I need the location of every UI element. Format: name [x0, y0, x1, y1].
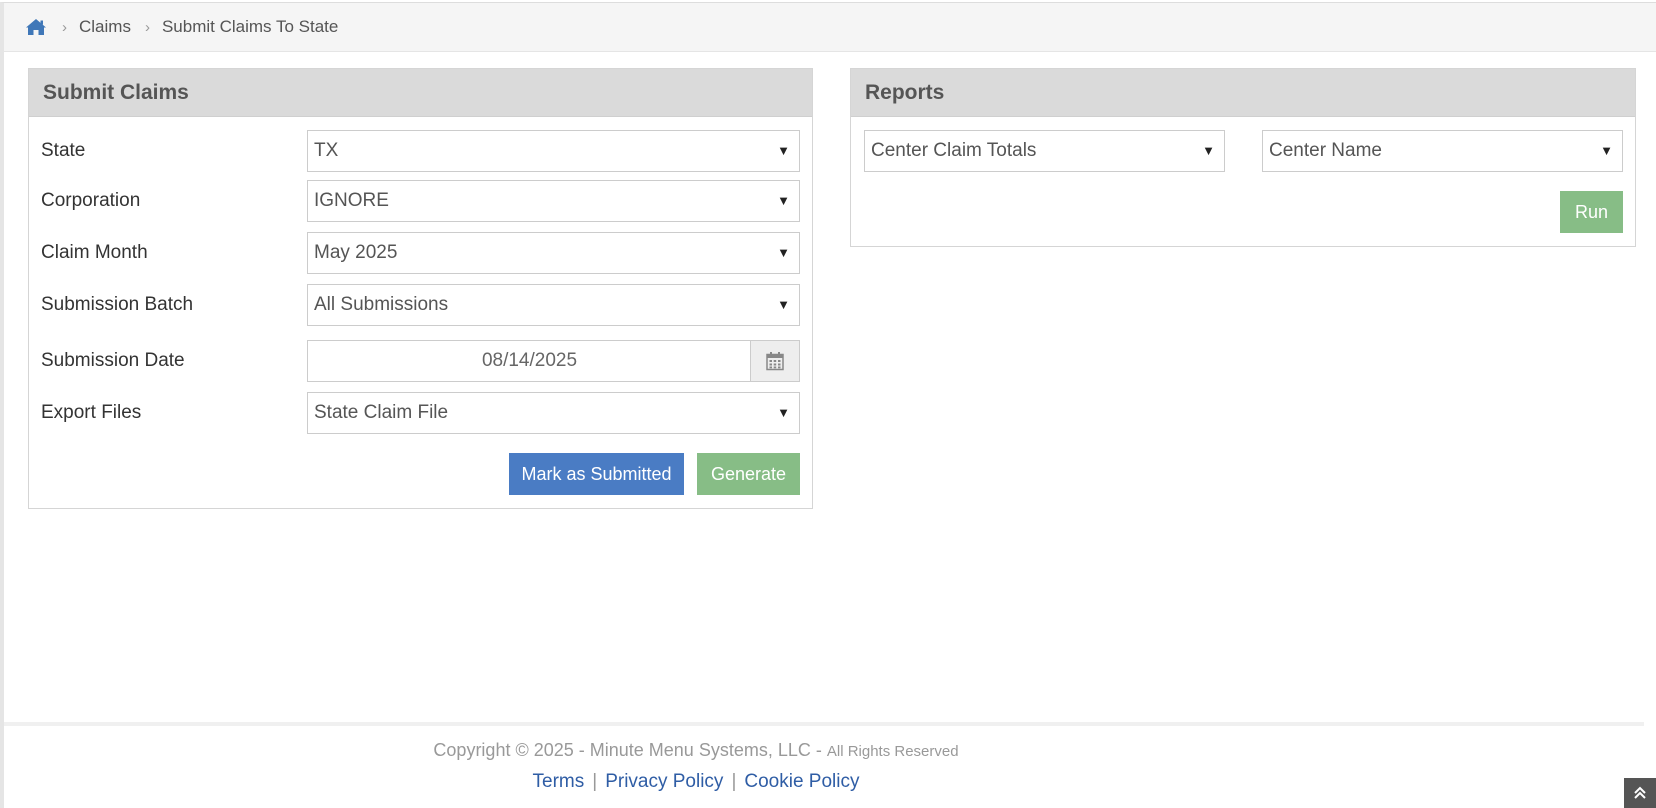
submit-claims-title: Submit Claims — [29, 69, 812, 117]
breadcrumb: › Claims › Submit Claims To State — [4, 3, 1656, 52]
report-type-select[interactable]: Center Claim Totals ▼ — [864, 130, 1225, 172]
reports-title: Reports — [851, 69, 1635, 117]
export-files-select[interactable]: State Claim File ▼ — [307, 392, 800, 434]
export-files-label: Export Files — [41, 402, 142, 423]
double-chevron-up-icon — [1634, 786, 1646, 799]
submit-claims-panel: Submit Claims State TX ▼ Corporation IGN… — [28, 68, 813, 509]
submission-batch-row: Submission Batch All Submissions ▼ — [29, 284, 812, 326]
caret-down-icon: ▼ — [777, 143, 790, 158]
state-row: State TX ▼ — [29, 130, 812, 172]
submission-date-row: Submission Date — [29, 340, 812, 382]
export-files-row: Export Files State Claim File ▼ — [29, 392, 812, 434]
caret-down-icon: ▼ — [777, 405, 790, 420]
home-icon[interactable] — [24, 17, 48, 37]
copyright-rights: All Rights Reserved — [826, 743, 959, 760]
copyright-text: Copyright © 2025 - Minute Menu Systems, … — [0, 740, 1392, 761]
run-button[interactable]: Run — [1560, 191, 1623, 233]
state-select[interactable]: TX ▼ — [307, 130, 800, 172]
submission-date-input[interactable] — [308, 341, 751, 381]
footer-links: Terms | Privacy Policy | Cookie Policy — [0, 771, 1392, 793]
claim-month-select[interactable]: May 2025 ▼ — [307, 232, 800, 274]
breadcrumb-current-page: Submit Claims To State — [161, 17, 339, 36]
claim-month-select-value: May 2025 — [314, 242, 398, 263]
terms-link[interactable]: Terms — [533, 771, 585, 792]
report-sort-select[interactable]: Center Name ▼ — [1262, 130, 1623, 172]
caret-down-icon: ▼ — [777, 193, 790, 208]
copyright-main: Copyright © 2025 - Minute Menu Systems, … — [433, 740, 827, 760]
state-label: State — [41, 140, 86, 161]
privacy-policy-link[interactable]: Privacy Policy — [605, 771, 723, 792]
corporation-row: Corporation IGNORE ▼ — [29, 180, 812, 222]
breadcrumb-separator: › — [62, 18, 67, 36]
claim-month-label: Claim Month — [41, 242, 148, 263]
submission-batch-select-value: All Submissions — [314, 294, 449, 315]
footer-divider — [4, 722, 1644, 726]
report-sort-select-value: Center Name — [1269, 140, 1382, 161]
submission-date-picker — [307, 340, 800, 382]
generate-button[interactable]: Generate — [697, 453, 800, 495]
scroll-to-top-button[interactable] — [1624, 778, 1656, 808]
export-files-select-value: State Claim File — [314, 402, 449, 423]
reports-panel: Reports Center Claim Totals ▼ Center Nam… — [850, 68, 1636, 247]
breadcrumb-separator: › — [144, 18, 150, 36]
footer-divider-pipe: | — [592, 771, 598, 792]
claim-month-row: Claim Month May 2025 ▼ — [29, 232, 812, 274]
submission-batch-label: Submission Batch — [41, 294, 194, 315]
corporation-select[interactable]: IGNORE ▼ — [307, 180, 800, 222]
caret-down-icon: ▼ — [1600, 143, 1613, 158]
caret-down-icon: ▼ — [777, 245, 790, 260]
mark-as-submitted-button[interactable]: Mark as Submitted — [509, 453, 684, 495]
state-select-value: TX — [314, 140, 339, 161]
calendar-icon — [766, 352, 784, 371]
caret-down-icon: ▼ — [1202, 143, 1215, 158]
corporation-select-value: IGNORE — [314, 190, 389, 211]
breadcrumb-claims-link[interactable]: Claims — [79, 17, 131, 37]
submission-batch-select[interactable]: All Submissions ▼ — [307, 284, 800, 326]
calendar-button[interactable] — [750, 341, 799, 381]
footer-divider-pipe: | — [731, 771, 737, 792]
report-type-select-value: Center Claim Totals — [871, 140, 1037, 161]
caret-down-icon: ▼ — [777, 297, 790, 312]
submission-date-label: Submission Date — [41, 350, 185, 371]
corporation-label: Corporation — [41, 190, 141, 211]
cookie-policy-link[interactable]: Cookie Policy — [744, 771, 859, 792]
